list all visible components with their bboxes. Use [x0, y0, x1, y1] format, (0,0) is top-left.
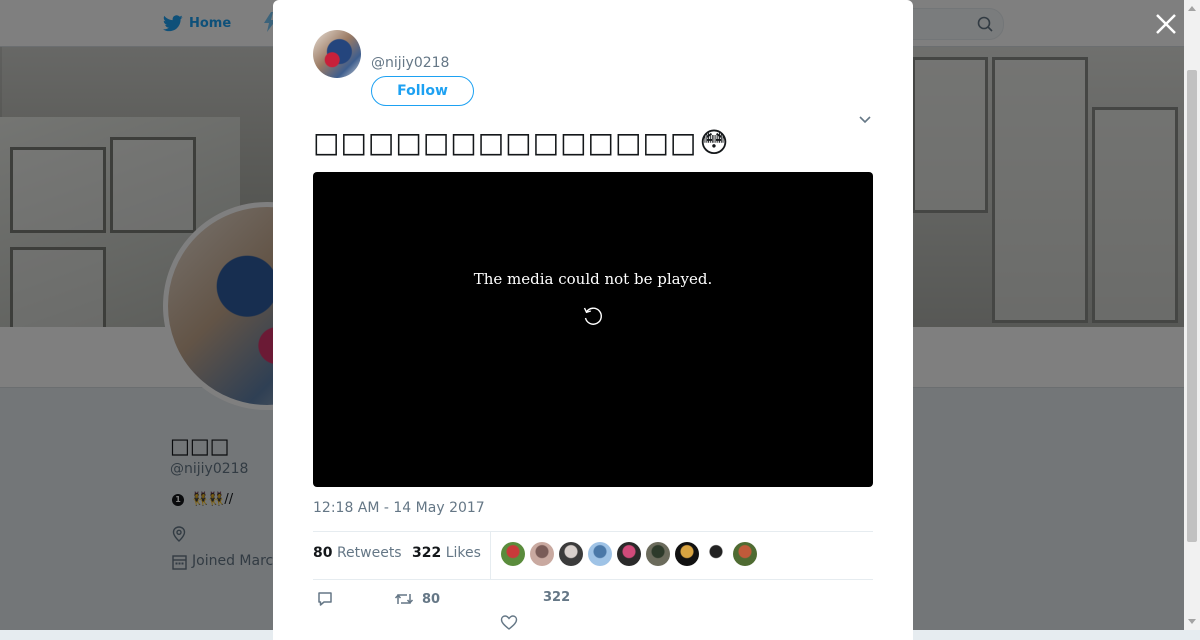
tweet-timestamp[interactable]: 12:18 AM - 14 May 2017: [313, 500, 485, 516]
tweet-text: □□□□□□□□□□□□□□ 😳: [313, 126, 730, 159]
liker-avatars: [501, 542, 757, 566]
liker-avatar[interactable]: [675, 542, 699, 566]
liker-avatar[interactable]: [530, 542, 554, 566]
liker-avatar[interactable]: [559, 542, 583, 566]
replay-icon[interactable]: [581, 304, 605, 328]
like-count: 322: [543, 590, 571, 605]
tweet-author-avatar[interactable]: [313, 30, 361, 78]
tweet-text-body: □□□□□□□□□□□□□□: [313, 126, 698, 159]
follow-button[interactable]: Follow: [371, 76, 474, 106]
retweets-stat[interactable]: 80 Retweets: [313, 545, 402, 561]
likes-count: 322: [412, 545, 442, 561]
tweet-stats: 80 Retweets 322 Likes: [313, 531, 873, 580]
tweet-actions: 80 322: [313, 590, 873, 630]
retweet-icon: [394, 594, 414, 604]
media-error-message: The media could not be played.: [473, 270, 713, 288]
chevron-down-icon[interactable]: [857, 111, 873, 127]
likes-label: Likes: [445, 545, 481, 561]
liker-avatar[interactable]: [733, 542, 757, 566]
stats-divider: [490, 532, 491, 579]
tweet-permalink-modal: @nijiy0218 Follow □□□□□□□□□□□□□□ 😳 The m…: [273, 0, 913, 640]
liker-avatar[interactable]: [646, 542, 670, 566]
video-player[interactable]: The media could not be played.: [313, 172, 873, 487]
liker-avatar[interactable]: [588, 542, 612, 566]
page-scrollbar[interactable]: [1184, 0, 1200, 630]
like-action[interactable]: 322: [500, 590, 571, 630]
heart-icon: [500, 615, 518, 630]
retweets-count: 80: [313, 545, 333, 561]
liker-avatar[interactable]: [704, 542, 728, 566]
retweets-label: Retweets: [336, 545, 402, 561]
scroll-down-arrow[interactable]: [1188, 619, 1196, 624]
tweet-author-handle[interactable]: @nijiy0218: [371, 55, 449, 71]
reply-action[interactable]: [316, 590, 334, 608]
reply-icon: [318, 592, 332, 606]
likes-stat[interactable]: 322 Likes: [412, 545, 481, 561]
retweet-action[interactable]: 80: [394, 590, 440, 608]
liker-avatar[interactable]: [501, 542, 525, 566]
scrollbar-thumb[interactable]: [1187, 70, 1197, 542]
close-icon[interactable]: [1154, 12, 1178, 36]
liker-avatar[interactable]: [617, 542, 641, 566]
scroll-up-arrow[interactable]: [1188, 6, 1196, 11]
flushed-face-emoji: 😳: [699, 126, 730, 159]
retweet-count: 80: [422, 591, 441, 607]
